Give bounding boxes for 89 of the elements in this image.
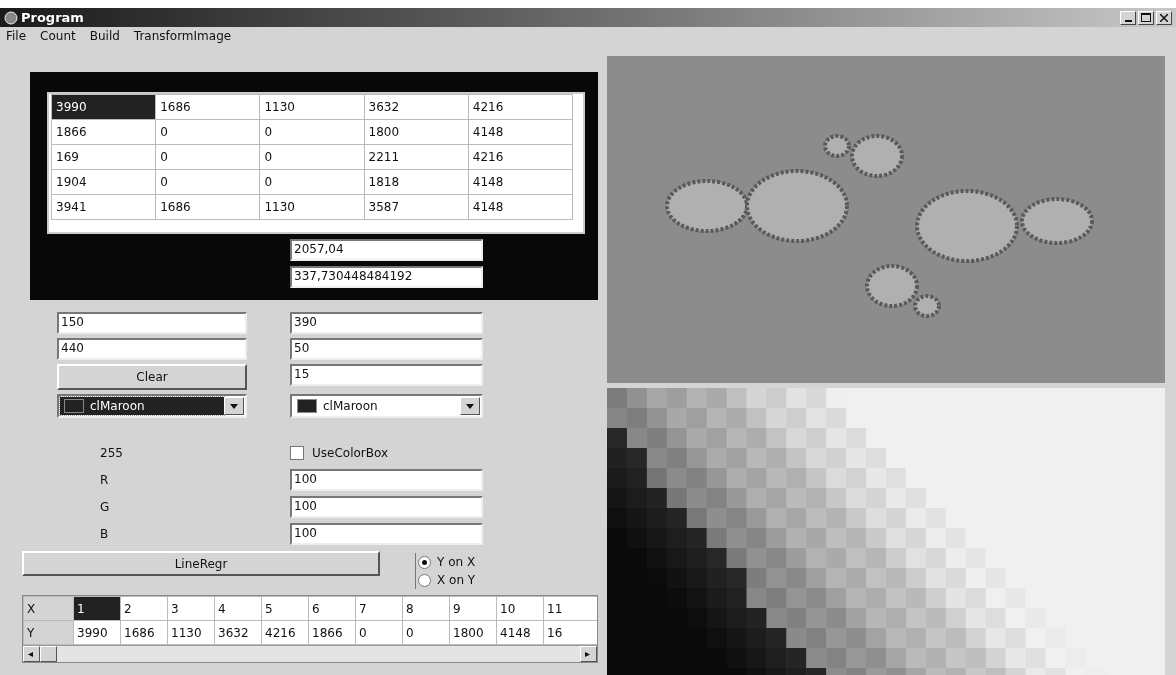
grid-cell[interactable]: 11 <box>543 596 597 621</box>
row-header: Y <box>23 620 74 645</box>
grid-cell[interactable]: 1818 <box>364 169 469 195</box>
minimize-icon <box>1124 19 1132 22</box>
grid-cell[interactable]: 8 <box>402 596 450 621</box>
color-dropdown[interactable]: clMaroon <box>57 394 247 418</box>
grid-cell[interactable]: 10 <box>496 596 544 621</box>
grid-cell[interactable]: 4 <box>214 596 262 621</box>
channel-field[interactable]: 100 <box>290 496 483 518</box>
value-label: 255 <box>100 446 124 460</box>
maximize-icon <box>1141 13 1151 22</box>
radio-option[interactable]: X on Y <box>418 573 476 587</box>
grid-cell[interactable]: 0 <box>259 144 365 170</box>
grid-cell[interactable]: 4216 <box>468 144 573 170</box>
channel-label: G <box>100 500 111 514</box>
radio-label: X on Y <box>437 573 476 587</box>
grid-cell[interactable]: 0 <box>259 169 365 195</box>
grid-cell[interactable]: 2 <box>120 596 168 621</box>
app-icon <box>4 10 18 25</box>
color-swatch <box>297 399 317 413</box>
channel-label: R <box>100 473 110 487</box>
grid-cell[interactable]: 3 <box>167 596 215 621</box>
grid-cell[interactable]: 1130 <box>259 194 365 220</box>
scroll-thumb[interactable] <box>40 646 57 662</box>
grid-cell[interactable]: 2211 <box>364 144 469 170</box>
menu-item[interactable]: File <box>6 29 27 45</box>
menu-item[interactable]: Build <box>89 29 120 45</box>
maximize-button[interactable] <box>1138 10 1154 25</box>
radio-option[interactable]: Y on X <box>418 555 476 569</box>
close-button[interactable] <box>1156 10 1172 25</box>
grid-cell[interactable]: 4148 <box>468 169 573 195</box>
use-color-box-checkbox[interactable]: UseColorBox <box>290 442 483 464</box>
input-field[interactable]: 390 <box>290 312 483 334</box>
checkbox-box[interactable] <box>290 446 304 460</box>
grid-cell[interactable]: 1 <box>73 596 121 621</box>
window-title: Program <box>21 10 84 25</box>
grid-cell[interactable]: 1866 <box>51 119 156 145</box>
color-dropdown[interactable]: clMaroon <box>290 394 483 418</box>
menu-item[interactable]: TransformImage <box>133 29 232 45</box>
scroll-right-button[interactable] <box>580 646 597 662</box>
grid-cell[interactable]: 9 <box>449 596 497 621</box>
radio-label: Y on X <box>437 555 476 569</box>
result-field[interactable]: 2057,04 <box>290 239 483 261</box>
grid-cell[interactable]: 1130 <box>259 94 365 120</box>
grid-cell[interactable]: 1686 <box>155 194 260 220</box>
radio-circle[interactable] <box>418 573 431 587</box>
dropdown-value: clMaroon <box>323 399 378 413</box>
channel-label: B <box>100 527 110 541</box>
left-arrow-icon <box>27 651 36 657</box>
channel-field[interactable]: 100 <box>290 469 483 491</box>
grid-cell[interactable]: 4148 <box>468 194 573 220</box>
right-arrow-icon <box>584 651 593 657</box>
input-field[interactable]: 15 <box>290 364 483 386</box>
grid-cell[interactable]: 0 <box>259 119 365 145</box>
channel-field[interactable]: 100 <box>290 523 483 545</box>
grid-cell[interactable]: 6 <box>308 596 356 621</box>
dropdown-arrow-icon <box>230 403 238 409</box>
scroll-left-button[interactable] <box>23 646 40 662</box>
grid-cell[interactable]: 0 <box>155 169 260 195</box>
line-regr-button[interactable]: LineRegr <box>22 551 380 576</box>
grid-cell[interactable]: 7 <box>355 596 403 621</box>
grid-cell[interactable]: 3587 <box>364 194 469 220</box>
grid-cell[interactable]: 169 <box>51 144 156 170</box>
grid-cell[interactable]: 3632 <box>364 94 469 120</box>
grid-cell[interactable]: 1800 <box>364 119 469 145</box>
minimize-button[interactable] <box>1120 10 1136 25</box>
grid-cell[interactable]: 3990 <box>51 94 156 120</box>
result-field[interactable]: 337,730448484192 <box>290 266 483 288</box>
grid-cell[interactable]: 4216 <box>468 94 573 120</box>
grid-cell[interactable]: 1686 <box>155 94 260 120</box>
grid-cell[interactable]: 0 <box>155 119 260 145</box>
radio-circle[interactable] <box>418 555 431 569</box>
horizontal-scrollbar[interactable] <box>23 645 597 662</box>
checkbox-label: UseColorBox <box>312 446 389 460</box>
input-field[interactable]: 50 <box>290 338 483 360</box>
dropdown-arrow-icon <box>466 403 474 409</box>
grid-cell[interactable]: 3941 <box>51 194 156 220</box>
grid-cell[interactable]: 0 <box>155 144 260 170</box>
grid-cell[interactable]: 5 <box>261 596 309 621</box>
grid-cell[interactable]: 4148 <box>468 119 573 145</box>
color-swatch <box>64 399 84 413</box>
dropdown-value: clMaroon <box>90 399 145 413</box>
input-field[interactable]: 440 <box>57 338 247 360</box>
close-icon <box>1160 13 1168 22</box>
menu-item[interactable]: Count <box>40 29 76 45</box>
row-header: X <box>23 596 74 621</box>
input-field[interactable]: 150 <box>57 312 247 334</box>
clear-button[interactable]: Clear <box>57 364 247 390</box>
grid-cell[interactable]: 1904 <box>51 169 156 195</box>
